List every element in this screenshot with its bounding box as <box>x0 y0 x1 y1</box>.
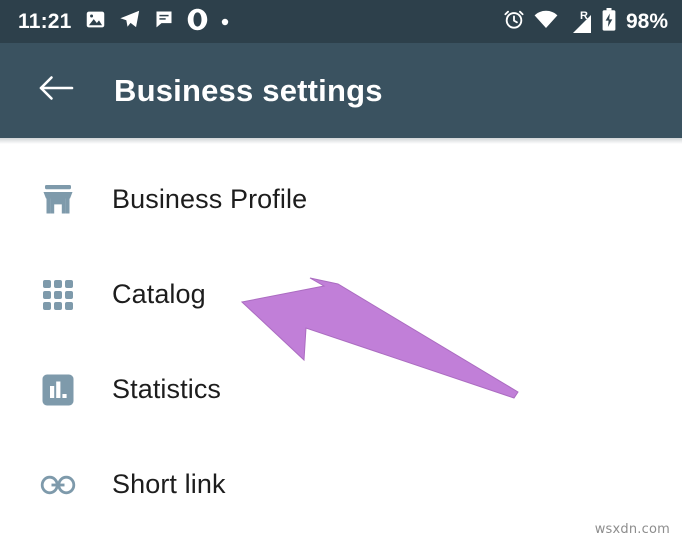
list-item-label: Short link <box>112 469 226 499</box>
list-item-business-profile[interactable]: Business Profile <box>0 152 682 247</box>
link-icon <box>32 472 84 498</box>
back-button[interactable] <box>30 65 82 117</box>
telegram-icon <box>119 8 141 35</box>
battery-percent-label: 98% <box>625 10 668 33</box>
status-bar-left: 11:21 <box>18 8 503 36</box>
status-bar-right: R 98% <box>503 7 668 36</box>
arrow-left-icon <box>38 73 74 108</box>
list-item-label: Business Profile <box>112 184 308 214</box>
list-item-label: Catalog <box>112 279 206 309</box>
alarm-icon <box>503 8 525 35</box>
grid-dots-icon <box>32 278 84 312</box>
status-bar: 11:21 R 98% <box>0 0 682 43</box>
battery-charging-icon <box>602 7 616 36</box>
list-item-statistics[interactable]: Statistics <box>0 342 682 437</box>
settings-list: Business Profile Catalog Statistics Shor… <box>0 144 682 547</box>
app-bar: Business settings <box>0 43 682 138</box>
page-title: Business settings <box>114 72 383 108</box>
dot-icon <box>221 13 229 31</box>
list-item-catalog[interactable]: Catalog <box>0 247 682 342</box>
list-item-label: Statistics <box>112 374 222 404</box>
bar-chart-icon <box>32 373 84 407</box>
message-icon <box>154 9 174 34</box>
wifi-icon <box>534 10 558 34</box>
list-item-short-link[interactable]: Short link <box>0 437 682 532</box>
photo-icon <box>85 9 106 35</box>
watermark: wsxdn.com <box>594 522 670 537</box>
opera-icon <box>187 8 208 36</box>
storefront-icon <box>32 182 84 218</box>
phone-screen: 11:21 R 98% Business settings Business P… <box>0 0 682 547</box>
status-clock: 11:21 <box>18 10 72 33</box>
signal-icon: R <box>567 10 593 33</box>
